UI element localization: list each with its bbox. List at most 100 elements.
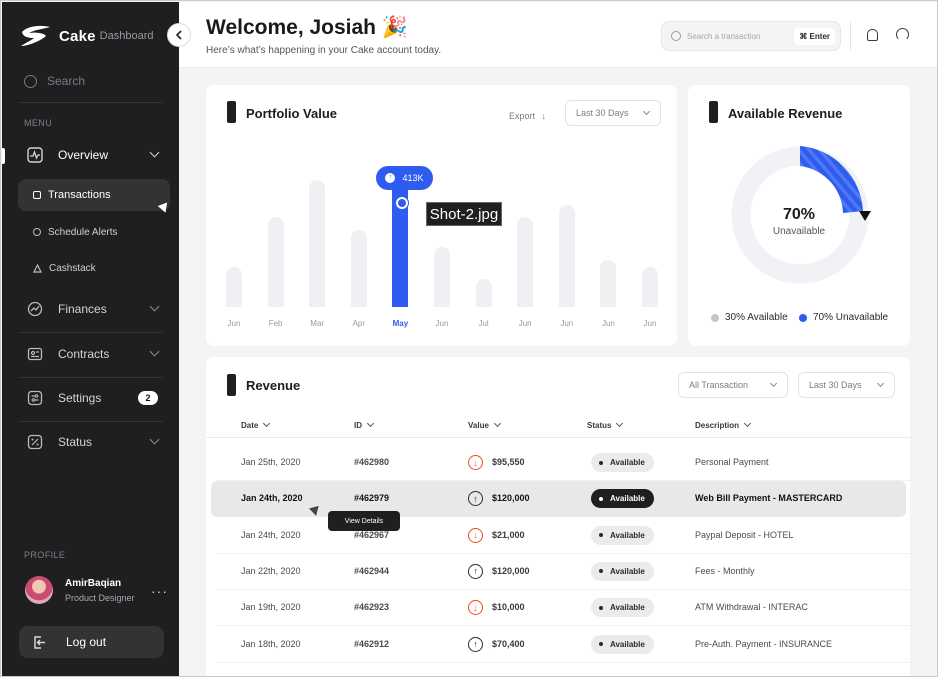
status-dot	[599, 496, 603, 501]
legend-item-unavailable: 70% Unavailable	[799, 312, 888, 323]
active-indicator	[2, 148, 5, 164]
sidebar-item-settings[interactable]: Settings 2	[18, 381, 170, 415]
x-axis-label: May	[392, 319, 409, 328]
date-range-dropdown[interactable]: Last 30 Days	[798, 372, 895, 398]
column-header-date[interactable]: Date	[241, 419, 271, 430]
chevron-down-icon	[263, 419, 271, 428]
x-axis-label: Jun	[560, 319, 574, 328]
contract-icon	[27, 347, 43, 361]
sidebar: Cake Dashboard Search MENU Overview Tran…	[2, 2, 179, 676]
cell-id: #462944	[354, 565, 390, 576]
transaction-search-input[interactable]: Search a transaction ⌘ Enter	[661, 21, 841, 51]
legend-label: 30% Available	[725, 312, 788, 323]
chart-bar[interactable]	[350, 230, 367, 307]
enter-shortcut-key[interactable]: ⌘ Enter	[794, 28, 835, 45]
column-header-id[interactable]: ID	[354, 419, 375, 430]
sidebar-item-overview[interactable]: Overview	[18, 138, 170, 172]
cell-id: #462980	[354, 457, 390, 467]
status-label: Available	[610, 603, 645, 613]
legend-swatch	[711, 313, 719, 322]
transaction-filter-dropdown[interactable]: All Transaction	[678, 372, 788, 398]
sidebar-item-contracts[interactable]: Contracts	[18, 337, 170, 371]
logout-icon	[34, 635, 45, 649]
app-window: Cake Dashboard Search MENU Overview Tran…	[0, 0, 938, 677]
sidebar-subitem-cashstack[interactable]: Cashstack	[18, 252, 170, 284]
table-row[interactable]: Jan 19th, 2020 #462923 ↓ $10,000 Available AT…	[206, 590, 912, 627]
headset-icon[interactable]	[896, 28, 909, 41]
status-badge: Available	[591, 561, 654, 581]
chart-bar[interactable]	[475, 278, 492, 307]
circle-icon	[33, 228, 41, 236]
page-title: Welcome, Josiah 🎉	[206, 16, 408, 39]
legend-swatch	[799, 313, 807, 322]
donut-percent: 70%	[782, 206, 816, 223]
more-options-icon[interactable]: ···	[151, 583, 168, 599]
card-title: Portfolio Value	[246, 106, 338, 121]
sidebar-item-label: Overview	[58, 148, 109, 162]
bell-icon[interactable]	[867, 29, 878, 41]
cell-id: #462967	[354, 529, 390, 540]
cell-description: Personal Payment	[695, 457, 769, 467]
status-badge: Available	[591, 525, 654, 545]
arrow-down-circle-icon: ↓	[468, 600, 483, 616]
sidebar-item-finances[interactable]: Finances	[18, 292, 170, 326]
notification-badge: 2	[138, 391, 158, 405]
sidebar-subitem-transactions[interactable]: Transactions	[18, 179, 170, 211]
chart-bar[interactable]	[434, 247, 450, 307]
collapse-sidebar-button[interactable]	[167, 23, 191, 47]
header: Welcome, Josiah 🎉 Here’s what’s happenin…	[179, 2, 937, 68]
sidebar-item-label: Finances	[58, 302, 107, 316]
table-row[interactable]: Jan 25th, 2020 #462980 ↓ $95,550 Available Pe…	[206, 445, 912, 481]
chart-bar[interactable]	[600, 260, 617, 307]
export-button[interactable]: Export ↓	[509, 111, 546, 121]
chevron-down-icon[interactable]	[149, 434, 160, 445]
cell-date: Jan 22th, 2020	[241, 565, 301, 576]
available-revenue-card: Available Revenue 70% Unavailable 30% Av…	[688, 85, 910, 346]
column-header-description[interactable]: Description	[695, 419, 752, 430]
card-title: Revenue	[246, 378, 301, 393]
chart-bar[interactable]	[267, 217, 284, 307]
table-row[interactable]: Jan 18th, 2020 #462912 ↑ $70,400 Available Pr…	[206, 627, 912, 663]
cell-value: $120,000	[492, 565, 530, 576]
chart-bar[interactable]	[558, 205, 575, 307]
view-details-tooltip[interactable]: View Details	[328, 511, 400, 531]
x-axis-label: Apr	[352, 319, 366, 328]
column-header-status[interactable]: Status	[587, 419, 624, 430]
table-row[interactable]: Jan 22th, 2020 #462944 ↑ $120,000 Available F…	[206, 554, 912, 590]
export-label: Export	[509, 111, 536, 121]
arrow-up-circle-icon: ↑	[468, 563, 483, 579]
date-range-dropdown[interactable]: Last 30 Days	[565, 100, 661, 126]
arrow-up-circle-icon: ↑	[468, 491, 483, 507]
sidebar-item-label: Status	[58, 435, 93, 449]
column-header-value[interactable]: Value	[468, 419, 501, 430]
profile-label: PROFILE	[24, 550, 66, 560]
chart-bar[interactable]	[226, 267, 242, 307]
sidebar-subitem-label: Transactions	[48, 189, 111, 201]
table-row[interactable]: Jan 24th, 2020 #462967 ↓ $21,000 Available Pa…	[206, 518, 912, 554]
cell-value: $21,000	[492, 529, 525, 540]
page-subtitle: Here’s what’s happening in your Cake acc…	[206, 45, 442, 56]
search-placeholder: Search a transaction	[687, 31, 761, 41]
sidebar-item-label: Settings	[58, 391, 102, 405]
sidebar-subitem-schedule-alerts[interactable]: Schedule Alerts	[18, 216, 170, 248]
sidebar-search[interactable]: Search	[24, 74, 85, 88]
cake-logo-icon	[21, 25, 50, 46]
chart-bar[interactable]	[642, 267, 658, 307]
chevron-down-icon[interactable]	[149, 301, 160, 312]
dropdown-value: Last 30 Days	[576, 108, 629, 118]
cell-id: #462912	[354, 638, 390, 649]
chevron-down-icon[interactable]	[149, 346, 160, 357]
column-label: Date	[241, 421, 259, 430]
cell-date: Jan 25th, 2020	[241, 457, 301, 467]
sidebar-item-status[interactable]: Status	[18, 425, 170, 459]
chart-bar[interactable]	[517, 217, 534, 307]
x-axis-label: Jun	[601, 319, 615, 328]
avatar[interactable]	[25, 576, 53, 604]
chart-bar[interactable]	[309, 180, 326, 307]
sidebar-item-label: Contracts	[58, 347, 110, 361]
status-dot	[599, 605, 603, 610]
logout-button[interactable]: Log out	[19, 626, 164, 658]
chevron-down-icon[interactable]	[149, 147, 160, 158]
status-dot	[599, 642, 603, 646]
column-label: Description	[695, 421, 740, 430]
